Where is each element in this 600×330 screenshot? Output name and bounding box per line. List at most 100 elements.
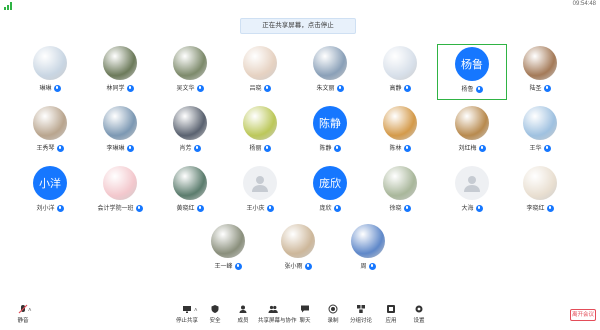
- participant-name: 刘小洋: [18, 203, 82, 212]
- participant-name: 吕晓: [228, 83, 292, 92]
- participant-tile[interactable]: 小洋 刘小洋: [18, 164, 82, 218]
- avatar: [243, 166, 277, 200]
- participant-tile[interactable]: 陈静 陈静: [298, 104, 362, 158]
- participant-name: 庞欣: [298, 203, 362, 212]
- participant-tile[interactable]: 王小庆: [228, 164, 292, 218]
- participant-name: 陈林: [368, 143, 432, 152]
- toolbar-button-record[interactable]: 录制: [318, 304, 348, 328]
- avatar: 小洋: [33, 166, 67, 200]
- participant-tile[interactable]: 高静: [368, 44, 432, 98]
- participant-tile[interactable]: 陈林: [368, 104, 432, 158]
- mic-icon: [543, 84, 551, 92]
- participant-name: 林同学: [88, 83, 152, 92]
- participant-name: 黄晓红: [158, 203, 222, 212]
- participant-name: 陈静: [298, 143, 362, 152]
- mic-icon: [368, 262, 376, 270]
- mic-icon: [403, 84, 411, 92]
- toolbar-button-apps[interactable]: 应用: [376, 304, 406, 328]
- mic-icon: [196, 204, 204, 212]
- avatar: [281, 224, 315, 258]
- mic-icon: [478, 144, 486, 152]
- avatar: 庞欣: [313, 166, 347, 200]
- toolbar-label: 停止共享: [175, 318, 198, 324]
- avatar: [523, 46, 557, 80]
- participant-tile[interactable]: 黄晓红: [158, 164, 222, 218]
- mic-muted-icon: [18, 304, 28, 314]
- participant-tile[interactable]: 会计学院一班: [88, 164, 152, 218]
- participant-tile[interactable]: 杨鲁 杨鲁: [437, 44, 507, 100]
- mic-icon: [263, 144, 271, 152]
- participant-name: 大海: [440, 203, 504, 212]
- participant-tile[interactable]: 刘红梅: [440, 104, 504, 158]
- participant-tile[interactable]: 肖芳: [158, 104, 222, 158]
- toolbar-label: 分组讨论: [349, 318, 372, 324]
- mic-icon: [475, 204, 483, 212]
- mic-icon: [56, 204, 64, 212]
- participant-tile[interactable]: 李晓红: [508, 164, 572, 218]
- participant-tile[interactable]: 周: [336, 222, 400, 276]
- participant-tile[interactable]: 王秀琴: [18, 104, 82, 158]
- participant-tile[interactable]: 张小雨: [266, 222, 330, 276]
- participant-name: 王秀琴: [18, 143, 82, 152]
- mic-icon: [543, 144, 551, 152]
- toolbar-label: 共享屏幕与协作: [258, 318, 297, 324]
- participant-tile[interactable]: 陆圣: [508, 44, 572, 98]
- participant-tile[interactable]: 吴文华: [158, 44, 222, 98]
- participant-tile[interactable]: 吕晓: [228, 44, 292, 98]
- participant-tile[interactable]: 琳琳: [18, 44, 82, 98]
- mic-icon: [193, 144, 201, 152]
- participant-tile[interactable]: 朱文丽: [298, 44, 362, 98]
- avatar: [313, 46, 347, 80]
- toolbar-button-participants[interactable]: 成员: [228, 304, 258, 328]
- mic-icon: [333, 144, 341, 152]
- toolbar-button-chat[interactable]: 聊天: [290, 304, 320, 328]
- mic-icon: [135, 204, 143, 212]
- participants-icon: [239, 305, 247, 313]
- avatar: [173, 46, 207, 80]
- avatar: 陈静: [313, 106, 347, 140]
- avatar: [33, 46, 67, 80]
- avatar: [383, 46, 417, 80]
- participant-name: 李晓红: [508, 203, 572, 212]
- participant-name: 高静: [368, 83, 432, 92]
- chevron-up-icon[interactable]: ˄: [194, 308, 198, 314]
- avatar: [523, 166, 557, 200]
- participant-tile[interactable]: 大海: [440, 164, 504, 218]
- participant-name: 周: [336, 261, 400, 270]
- participant-tile[interactable]: 徐晓: [368, 164, 432, 218]
- record-icon: [328, 304, 338, 314]
- avatar: [243, 46, 277, 80]
- participant-tile[interactable]: 王华: [508, 104, 572, 158]
- toolbar-label: 录制: [327, 318, 339, 324]
- avatar: [351, 224, 385, 258]
- participant-tile[interactable]: 杨丽: [228, 104, 292, 158]
- participant-name: 刘红梅: [440, 143, 504, 152]
- toolbar-button-users[interactable]: 共享屏幕与协作: [258, 304, 297, 328]
- avatar: [173, 106, 207, 140]
- toolbar-button-breakout[interactable]: 分组讨论: [346, 304, 376, 328]
- mic-icon: [333, 204, 341, 212]
- toolbar-button-settings[interactable]: 设置: [404, 304, 434, 328]
- avatar: [33, 106, 67, 140]
- participant-tile[interactable]: 林同学: [88, 44, 152, 98]
- avatar: [523, 106, 557, 140]
- mic-icon: [263, 84, 271, 92]
- avatar: [383, 106, 417, 140]
- toolbar-label: 聊天: [299, 318, 311, 324]
- toolbar-button-shield[interactable]: 安全: [200, 304, 230, 328]
- toolbar-label: 应用: [385, 318, 397, 324]
- participant-tile[interactable]: 庞欣 庞欣: [298, 164, 362, 218]
- chevron-up-icon[interactable]: ˄: [28, 308, 32, 314]
- apps-icon: [387, 305, 395, 313]
- avatar: [211, 224, 245, 258]
- toolbar-button-mic-muted[interactable]: 静音: [8, 304, 38, 328]
- avatar: [455, 106, 489, 140]
- mic-icon: [234, 262, 242, 270]
- mic-icon: [56, 144, 64, 152]
- participant-tile[interactable]: 李琳琳: [88, 104, 152, 158]
- avatar: 杨鲁: [455, 47, 489, 81]
- users-icon: [268, 305, 278, 313]
- avatar: [243, 106, 277, 140]
- participant-tile[interactable]: 王一峰: [196, 222, 260, 276]
- leave-button[interactable]: 离开会议: [570, 309, 596, 321]
